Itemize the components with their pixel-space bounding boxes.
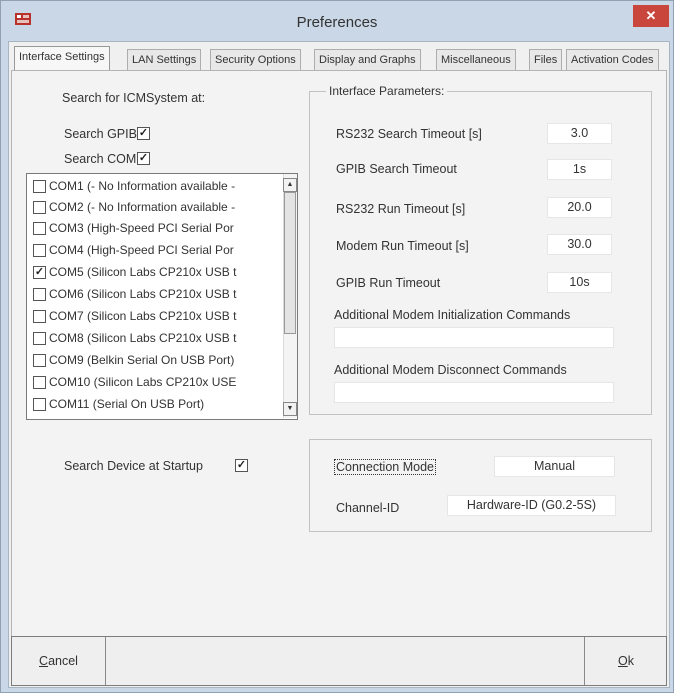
title-bar[interactable]: Preferences ✕ [1,1,673,41]
rs232-search-timeout-field[interactable]: 3.0 [547,123,612,144]
com-port-label: COM4 (High-Speed PCI Serial Por [49,243,234,257]
search-gpib-checkbox[interactable] [137,127,150,140]
connection-mode-label: Connection Mode [334,459,436,475]
search-com-checkbox[interactable] [137,152,150,165]
list-item[interactable]: COM5 (Silicon Labs CP210x USB t [27,262,283,282]
cancel-button[interactable]: Cancel [12,637,106,685]
com-port-label: COM6 (Silicon Labs CP210x USB t [49,287,237,301]
cancel-label: ancel [48,654,78,668]
tab-activation-codes[interactable]: Activation Codes [566,49,659,70]
list-item[interactable]: COM4 (High-Speed PCI Serial Por [27,240,283,260]
tab-miscellaneous[interactable]: Miscellaneous [436,49,516,70]
com-port-label: COM3 (High-Speed PCI Serial Por [49,221,234,235]
list-item[interactable]: COM11 (Serial On USB Port) [27,394,283,414]
dialog-body: Interface Settings LAN Settings Security… [8,41,670,688]
com-port-checkbox[interactable] [33,180,46,193]
tab-security-options[interactable]: Security Options [210,49,301,70]
com-port-label: COM7 (Silicon Labs CP210x USB t [49,309,237,323]
ok-label: k [627,654,634,668]
list-item[interactable]: COM7 (Silicon Labs CP210x USB t [27,306,283,326]
modem-disconnect-commands-field[interactable] [334,382,614,403]
modem-init-commands-field[interactable] [334,327,614,348]
ok-button[interactable]: Ok [584,637,667,685]
modem-run-timeout-field[interactable]: 30.0 [547,234,612,255]
modem-run-timeout-label: Modem Run Timeout [s] [336,239,469,253]
com-port-label: COM9 (Belkin Serial On USB Port) [49,353,235,367]
com-port-label: COM2 (- No Information available - [49,200,236,214]
tab-display-and-graphs[interactable]: Display and Graphs [314,49,421,70]
com-port-checkbox[interactable] [33,354,46,367]
ok-mnemonic: O [618,654,628,668]
button-bar: Cancel Ok [11,636,667,686]
tab-lan-settings[interactable]: LAN Settings [127,49,202,70]
preferences-window: Preferences ✕ Interface Settings LAN Set… [0,0,674,693]
list-item[interactable]: COM3 (High-Speed PCI Serial Por [27,218,283,238]
search-heading: Search for ICMSystem at: [62,91,206,105]
com-port-label: COM8 (Silicon Labs CP210x USB t [49,331,237,345]
com-port-checkbox[interactable] [33,201,46,214]
list-item[interactable]: COM2 (- No Information available - [27,197,283,217]
search-startup-label: Search Device at Startup [64,459,203,473]
interface-parameters-legend: Interface Parameters: [326,84,448,98]
list-item[interactable]: COM1 (- No Information available - [27,176,283,196]
list-item[interactable]: COM8 (Silicon Labs CP210x USB t [27,328,283,348]
arrow-up-icon: ▲ [286,181,294,188]
com-port-checkbox[interactable] [33,266,46,279]
com-port-label: COM1 (- No Information available - [49,179,236,193]
window-title: Preferences [296,14,378,31]
modem-init-commands-label: Additional Modem Initialization Commands [334,308,571,322]
tab-files[interactable]: Files [529,49,563,70]
channel-id-field[interactable]: Hardware-ID (G0.2-5S) [447,495,616,516]
modem-disconnect-commands-label: Additional Modem Disconnect Commands [334,363,567,377]
com-port-checkbox[interactable] [33,398,46,411]
channel-id-label: Channel-ID [336,501,400,515]
search-com-label: Search COM [64,152,137,166]
connection-mode-field[interactable]: Manual [494,456,615,477]
com-port-list[interactable]: COM1 (- No Information available - COM2 … [26,173,298,420]
scroll-up-button[interactable]: ▲ [283,178,297,192]
com-port-checkbox[interactable] [33,310,46,323]
interface-settings-panel: Search for ICMSystem at: Search GPIB Sea… [11,70,667,637]
com-port-checkbox[interactable] [33,222,46,235]
scroll-down-button[interactable]: ▼ [283,402,297,416]
tab-interface-settings[interactable]: Interface Settings [14,46,110,71]
search-startup-checkbox[interactable] [235,459,248,472]
search-gpib-label: Search GPIB [64,127,137,141]
gpib-search-timeout-field[interactable]: 1s [547,159,612,180]
gpib-run-timeout-field[interactable]: 10s [547,272,612,293]
scroll-thumb[interactable] [284,192,296,334]
com-port-label: COM10 (Silicon Labs CP210x USE [49,375,237,389]
list-item[interactable]: COM10 (Silicon Labs CP210x USE [27,372,283,392]
com-port-label: COM11 (Serial On USB Port) [49,397,205,411]
close-icon: ✕ [645,8,657,23]
com-port-checkbox[interactable] [33,376,46,389]
list-item[interactable]: COM9 (Belkin Serial On USB Port) [27,350,283,370]
connection-group [309,439,652,532]
cancel-mnemonic: C [39,654,49,668]
com-port-label: COM5 (Silicon Labs CP210x USB t [49,265,237,279]
rs232-run-timeout-label: RS232 Run Timeout [s] [336,202,466,216]
list-item[interactable]: COM6 (Silicon Labs CP210x USB t [27,284,283,304]
gpib-search-timeout-label: GPIB Search Timeout [336,162,457,176]
com-port-checkbox[interactable] [33,332,46,345]
close-button[interactable]: ✕ [633,5,669,27]
com-port-checkbox[interactable] [33,288,46,301]
rs232-search-timeout-label: RS232 Search Timeout [s] [336,127,482,141]
gpib-run-timeout-label: GPIB Run Timeout [336,276,441,290]
com-port-checkbox[interactable] [33,244,46,257]
rs232-run-timeout-field[interactable]: 20.0 [547,197,612,218]
arrow-down-icon: ▼ [286,405,294,412]
